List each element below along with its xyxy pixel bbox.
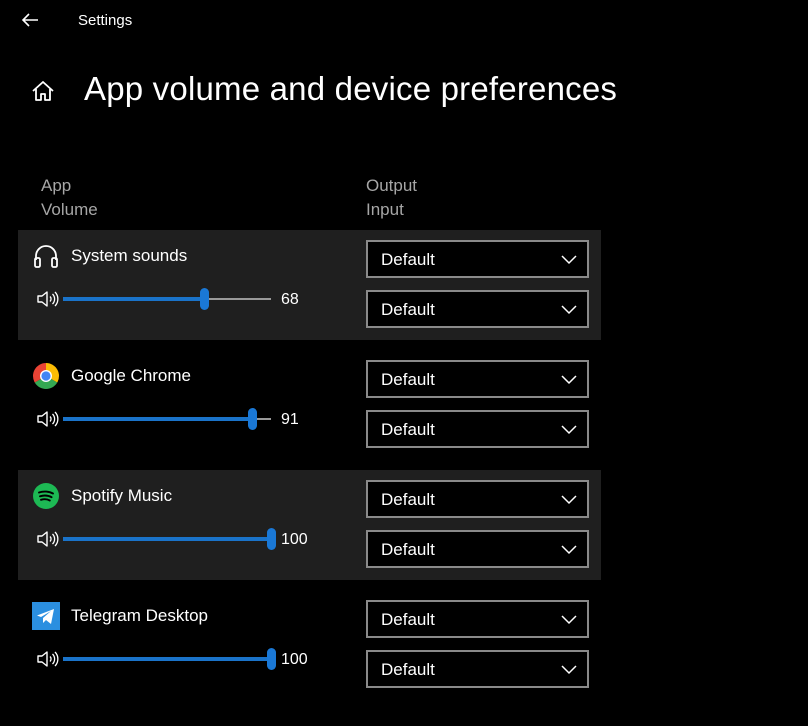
app-name: System sounds	[71, 246, 188, 265]
dropdown-value: Default	[381, 300, 435, 319]
volume-slider[interactable]	[63, 648, 276, 670]
volume-value: 68	[281, 291, 299, 308]
app-name: Spotify Music	[71, 486, 173, 505]
telegram-icon	[32, 602, 60, 630]
chevron-down-icon	[561, 615, 577, 625]
output-device-dropdown[interactable]: Default	[366, 600, 589, 638]
volume-value: 100	[281, 531, 308, 548]
column-header-output: Output	[366, 176, 418, 195]
slider-thumb[interactable]	[248, 408, 257, 430]
window-title: Settings	[78, 12, 133, 29]
chevron-down-icon	[561, 665, 577, 675]
slider-fill	[63, 417, 252, 421]
column-header-app-volume: App Volume	[41, 174, 98, 222]
input-device-dropdown[interactable]: Default	[366, 410, 589, 448]
dropdown-value: Default	[381, 490, 435, 509]
speaker-icon[interactable]	[36, 409, 60, 429]
headphones-icon	[34, 245, 58, 268]
home-icon[interactable]	[30, 78, 56, 104]
spotify-icon	[33, 483, 59, 509]
speaker-icon[interactable]	[36, 289, 60, 309]
app-row-telegram-desktop: Telegram Desktop 100 Default Default	[18, 590, 601, 700]
app-row-spotify-music: Spotify Music 100 Default Default	[18, 470, 601, 580]
volume-value: 91	[281, 411, 299, 428]
column-header-output-input: Output Input	[366, 174, 417, 222]
chevron-down-icon	[561, 545, 577, 555]
app-row-system-sounds: System sounds 68 Default Default	[18, 230, 601, 340]
title-bar: Settings	[0, 0, 808, 40]
chevron-down-icon	[561, 255, 577, 265]
chevron-down-icon	[561, 305, 577, 315]
dropdown-value: Default	[381, 420, 435, 439]
slider-fill	[63, 297, 204, 301]
volume-slider[interactable]	[63, 288, 271, 310]
app-name: Telegram Desktop	[71, 606, 209, 625]
app-row-google-chrome: Google Chrome 91 Default Default	[18, 350, 601, 460]
output-device-dropdown[interactable]: Default	[366, 240, 589, 278]
speaker-icon[interactable]	[36, 649, 60, 669]
back-arrow-icon[interactable]	[18, 8, 42, 32]
column-header-volume: Volume	[41, 200, 98, 219]
input-device-dropdown[interactable]: Default	[366, 530, 589, 568]
input-device-dropdown[interactable]: Default	[366, 650, 589, 688]
slider-thumb[interactable]	[267, 648, 276, 670]
output-device-dropdown[interactable]: Default	[366, 480, 589, 518]
chrome-icon	[32, 363, 60, 390]
volume-slider[interactable]	[63, 528, 276, 550]
slider-thumb[interactable]	[267, 528, 276, 550]
output-device-dropdown[interactable]: Default	[366, 360, 589, 398]
slider-fill	[63, 657, 271, 661]
volume-value: 100	[281, 651, 308, 668]
dropdown-value: Default	[381, 540, 435, 559]
volume-slider[interactable]	[63, 408, 271, 430]
column-header-app: App	[41, 176, 72, 195]
dropdown-value: Default	[381, 370, 435, 389]
page-title: App volume and device preferences	[84, 70, 618, 107]
input-device-dropdown[interactable]: Default	[366, 290, 589, 328]
chevron-down-icon	[561, 425, 577, 435]
dropdown-value: Default	[381, 610, 435, 629]
dropdown-value: Default	[381, 250, 435, 269]
app-name: Google Chrome	[71, 366, 192, 385]
chevron-down-icon	[561, 375, 577, 385]
chevron-down-icon	[561, 495, 577, 505]
slider-thumb[interactable]	[200, 288, 209, 310]
speaker-icon[interactable]	[36, 529, 60, 549]
dropdown-value: Default	[381, 660, 435, 679]
slider-fill	[63, 537, 271, 541]
column-header-input: Input	[366, 200, 404, 219]
